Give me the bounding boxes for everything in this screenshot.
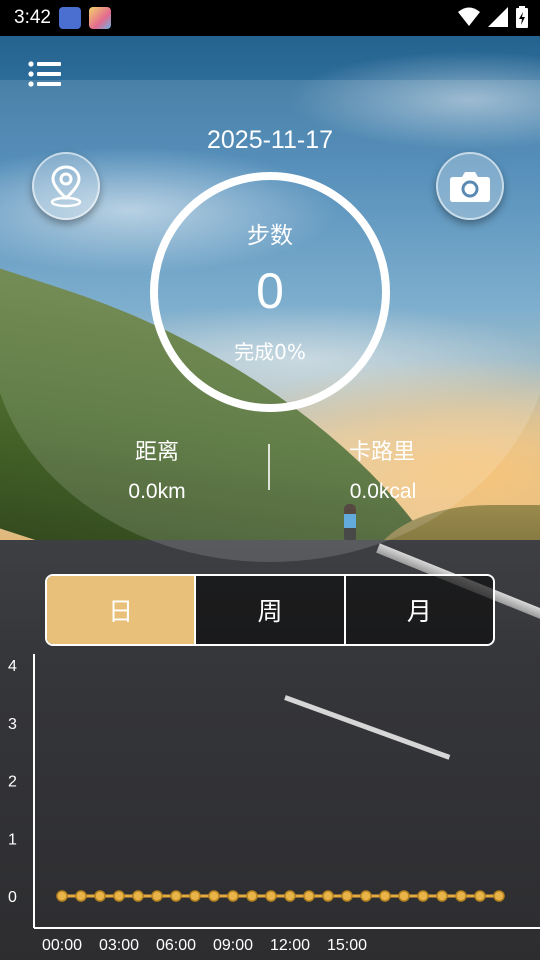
- notification-app-icon: [58, 7, 81, 29]
- data-point: [56, 890, 68, 902]
- calories-value: 0.0kcal: [349, 480, 417, 503]
- steps-line-chart: 0 1 2 3 4 00:00 03:00 06:00 09:00 12:00 15:00: [8, 654, 540, 954]
- y-tick-label: 3: [8, 716, 17, 733]
- data-point: [284, 890, 296, 902]
- steps-completion: 完成0%: [234, 340, 306, 364]
- calories-label: 卡路里: [348, 440, 415, 465]
- camera-button[interactable]: [436, 152, 504, 220]
- stats-divider: [268, 444, 270, 490]
- y-tick-label: 4: [8, 658, 17, 675]
- x-tick-label: 09:00: [213, 937, 253, 954]
- data-point: [246, 890, 258, 902]
- data-point: [322, 890, 334, 902]
- data-point: [379, 890, 391, 902]
- distance-value: 0.0km: [128, 480, 186, 503]
- data-point: [113, 890, 125, 902]
- data-point: [398, 890, 410, 902]
- data-point: [189, 890, 201, 902]
- data-point: [75, 890, 87, 902]
- status-bar: 3:42: [0, 0, 540, 36]
- x-tick-label: 06:00: [156, 937, 196, 954]
- data-point: [474, 890, 486, 902]
- data-point: [360, 890, 372, 902]
- data-point: [208, 890, 220, 902]
- data-point: [493, 890, 505, 902]
- data-point: [170, 890, 182, 902]
- current-date: 2025-11-17: [206, 126, 334, 154]
- data-point: [303, 890, 315, 902]
- data-point: [151, 890, 163, 902]
- menu-list-icon[interactable]: [28, 60, 62, 88]
- signal-icon: [488, 7, 508, 27]
- y-tick-label: 0: [8, 889, 17, 906]
- y-tick-label: 2: [8, 774, 17, 791]
- camera-icon: [450, 172, 490, 202]
- wifi-icon: [458, 7, 480, 26]
- x-tick-label: 00:00: [42, 937, 82, 954]
- period-tabs: 日 周 月: [45, 574, 495, 646]
- y-tick-label: 1: [8, 831, 17, 848]
- x-tick-label: 12:00: [270, 937, 310, 954]
- tab-week[interactable]: 周: [194, 576, 344, 644]
- tab-day[interactable]: 日: [47, 576, 195, 644]
- x-tick-label: 03:00: [99, 937, 139, 954]
- data-point: [132, 890, 144, 902]
- steps-label: 步数: [247, 223, 293, 249]
- data-point: [265, 890, 277, 902]
- tab-month[interactable]: 月: [343, 576, 493, 644]
- status-time: 3:42: [14, 7, 51, 28]
- location-button[interactable]: [32, 152, 100, 220]
- data-point: [341, 890, 353, 902]
- battery-icon: [516, 6, 528, 28]
- notification-avatar-icon: [88, 7, 111, 29]
- data-point: [436, 890, 448, 902]
- distance-label: 距离: [134, 440, 179, 465]
- steps-count: 0: [256, 263, 284, 319]
- location-pin-icon: [50, 165, 82, 208]
- data-point: [417, 890, 429, 902]
- data-point: [227, 890, 239, 902]
- runner-figure: [344, 504, 356, 540]
- x-tick-label: 15:00: [327, 937, 367, 954]
- data-point: [455, 890, 467, 902]
- data-point: [94, 890, 106, 902]
